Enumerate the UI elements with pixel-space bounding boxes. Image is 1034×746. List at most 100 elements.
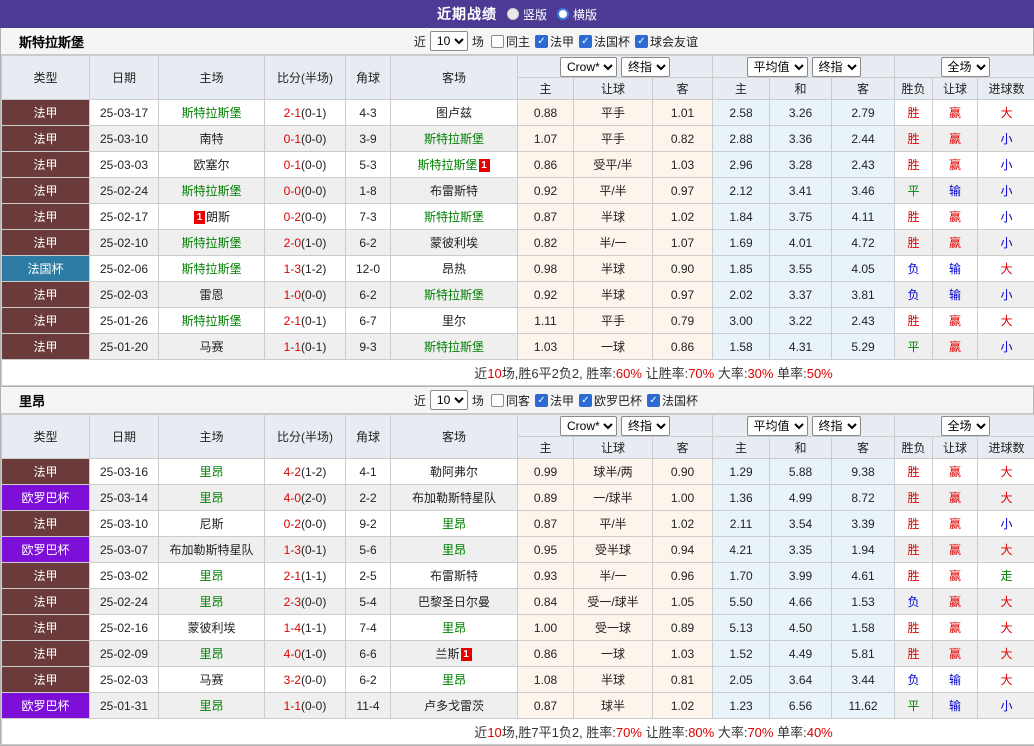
away-team[interactable]: 里昂 bbox=[391, 511, 518, 537]
home-team[interactable]: 雷恩 bbox=[159, 282, 265, 308]
away-team[interactable]: 昂热 bbox=[391, 256, 518, 282]
away-team[interactable]: 布加勒斯特星队 bbox=[391, 485, 518, 511]
same-venue-filter[interactable]: 同客 bbox=[491, 392, 530, 409]
home-team[interactable]: 里昂 bbox=[159, 641, 265, 667]
view-option-horizontal[interactable]: 横版 bbox=[557, 6, 597, 23]
home-team[interactable]: 南特 bbox=[159, 126, 265, 152]
league-filter[interactable]: ✓欧罗巴杯 bbox=[579, 392, 642, 409]
away-team[interactable]: 兰斯1 bbox=[391, 641, 518, 667]
section-header: 斯特拉斯堡近10场同主✓法甲✓法国杯✓球会友谊 bbox=[1, 28, 1033, 55]
scope-select[interactable]: 全场 bbox=[941, 57, 990, 77]
recent-count-select[interactable]: 10 bbox=[430, 31, 468, 51]
home-team[interactable]: 欧塞尔 bbox=[159, 152, 265, 178]
away-team[interactable]: 勒阿弗尔 bbox=[391, 459, 518, 485]
match-score: 4-2(1-2) bbox=[265, 459, 346, 485]
away-team[interactable]: 斯特拉斯堡 bbox=[391, 334, 518, 360]
column-header: 客 bbox=[832, 78, 895, 100]
handicap-line: 半球 bbox=[574, 667, 653, 693]
away-team[interactable]: 巴黎圣日尔曼 bbox=[391, 589, 518, 615]
home-team[interactable]: 里昂 bbox=[159, 563, 265, 589]
league-filter[interactable]: ✓法甲 bbox=[535, 392, 574, 409]
avg-home-odds: 3.00 bbox=[713, 308, 770, 334]
odds-period-select[interactable]: 终指 bbox=[621, 416, 670, 436]
summary-text: 10 bbox=[487, 366, 501, 381]
away-team[interactable]: 斯特拉斯堡 bbox=[391, 282, 518, 308]
away-team-name: 布雷斯特 bbox=[430, 184, 478, 198]
league-filter[interactable]: ✓法国杯 bbox=[579, 33, 630, 50]
checkbox-unchecked-icon[interactable] bbox=[491, 394, 504, 407]
away-team[interactable]: 蒙彼利埃 bbox=[391, 230, 518, 256]
away-team[interactable]: 卢多戈雷茨 bbox=[391, 693, 518, 719]
checkbox-checked-icon[interactable]: ✓ bbox=[635, 35, 648, 48]
view-option-vertical[interactable]: 竖版 bbox=[507, 6, 547, 23]
away-team[interactable]: 斯特拉斯堡 bbox=[391, 126, 518, 152]
odds-company-select[interactable]: Crow* bbox=[560, 57, 617, 77]
away-team[interactable]: 布雷斯特 bbox=[391, 178, 518, 204]
section-strasbourg: 斯特拉斯堡近10场同主✓法甲✓法国杯✓球会友谊类型日期主场比分(半场)角球客场C… bbox=[0, 28, 1034, 387]
league-filter[interactable]: ✓法国杯 bbox=[647, 392, 698, 409]
summary-text: 大率: bbox=[714, 725, 747, 740]
scope-select[interactable]: 全场 bbox=[941, 416, 990, 436]
home-team[interactable]: 斯特拉斯堡 bbox=[159, 178, 265, 204]
away-team[interactable]: 布雷斯特 bbox=[391, 563, 518, 589]
away-team[interactable]: 图卢兹 bbox=[391, 100, 518, 126]
checkbox-checked-icon[interactable]: ✓ bbox=[535, 35, 548, 48]
home-team[interactable]: 里昂 bbox=[159, 693, 265, 719]
avg-home-odds: 2.05 bbox=[713, 667, 770, 693]
away-team[interactable]: 里尔 bbox=[391, 308, 518, 334]
avg-type-select[interactable]: 平均值 bbox=[747, 416, 808, 436]
home-team[interactable]: 1朗斯 bbox=[159, 204, 265, 230]
column-header: 主场 bbox=[159, 56, 265, 100]
away-odds: 1.03 bbox=[653, 152, 713, 178]
home-team[interactable]: 布加勒斯特星队 bbox=[159, 537, 265, 563]
away-team[interactable]: 斯特拉斯堡 bbox=[391, 204, 518, 230]
column-header: 客 bbox=[832, 437, 895, 459]
same-venue-filter[interactable]: 同主 bbox=[491, 33, 530, 50]
corner-score: 6-2 bbox=[346, 282, 391, 308]
away-team[interactable]: 里昂 bbox=[391, 667, 518, 693]
league-badge: 法甲 bbox=[2, 204, 90, 230]
home-odds: 0.98 bbox=[518, 256, 574, 282]
away-team[interactable]: 斯特拉斯堡1 bbox=[391, 152, 518, 178]
home-team[interactable]: 马赛 bbox=[159, 667, 265, 693]
checkbox-checked-icon[interactable]: ✓ bbox=[647, 394, 660, 407]
odds-company-select[interactable]: Crow* bbox=[560, 416, 617, 436]
radio-selected-icon[interactable] bbox=[507, 8, 519, 20]
checkbox-checked-icon[interactable]: ✓ bbox=[579, 394, 592, 407]
checkbox-checked-icon[interactable]: ✓ bbox=[579, 35, 592, 48]
checkbox-unchecked-icon[interactable] bbox=[491, 35, 504, 48]
handicap-line: 半球 bbox=[574, 282, 653, 308]
column-header: 客 bbox=[653, 437, 713, 459]
home-team-name: 里昂 bbox=[199, 647, 223, 661]
away-team[interactable]: 里昂 bbox=[391, 537, 518, 563]
handicap-result: 输 bbox=[933, 282, 978, 308]
home-team[interactable]: 蒙彼利埃 bbox=[159, 615, 265, 641]
home-team[interactable]: 里昂 bbox=[159, 485, 265, 511]
home-odds: 0.99 bbox=[518, 459, 574, 485]
away-team[interactable]: 里昂 bbox=[391, 615, 518, 641]
handicap-result: 赢 bbox=[933, 334, 978, 360]
corner-score: 6-2 bbox=[346, 667, 391, 693]
home-team[interactable]: 斯特拉斯堡 bbox=[159, 256, 265, 282]
avg-type-select[interactable]: 平均值 bbox=[747, 57, 808, 77]
radio-unselected-icon[interactable] bbox=[557, 8, 569, 20]
avg-period-select[interactable]: 终指 bbox=[812, 416, 861, 436]
column-header: 主 bbox=[518, 437, 574, 459]
home-team[interactable]: 里昂 bbox=[159, 589, 265, 615]
league-filter[interactable]: ✓球会友谊 bbox=[635, 33, 698, 50]
avg-period-select[interactable]: 终指 bbox=[812, 57, 861, 77]
home-team[interactable]: 斯特拉斯堡 bbox=[159, 100, 265, 126]
checkbox-checked-icon[interactable]: ✓ bbox=[535, 394, 548, 407]
home-team[interactable]: 斯特拉斯堡 bbox=[159, 230, 265, 256]
column-header: 类型 bbox=[2, 56, 90, 100]
odds-period-select[interactable]: 终指 bbox=[621, 57, 670, 77]
scope-header: 全场 bbox=[895, 415, 1034, 437]
home-team[interactable]: 斯特拉斯堡 bbox=[159, 308, 265, 334]
home-team[interactable]: 里昂 bbox=[159, 459, 265, 485]
goals-result: 小 bbox=[978, 511, 1034, 537]
home-team[interactable]: 马赛 bbox=[159, 334, 265, 360]
home-team[interactable]: 尼斯 bbox=[159, 511, 265, 537]
recent-count-select[interactable]: 10 bbox=[430, 390, 468, 410]
league-filter[interactable]: ✓法甲 bbox=[535, 33, 574, 50]
summary-text: 70% bbox=[747, 725, 773, 740]
